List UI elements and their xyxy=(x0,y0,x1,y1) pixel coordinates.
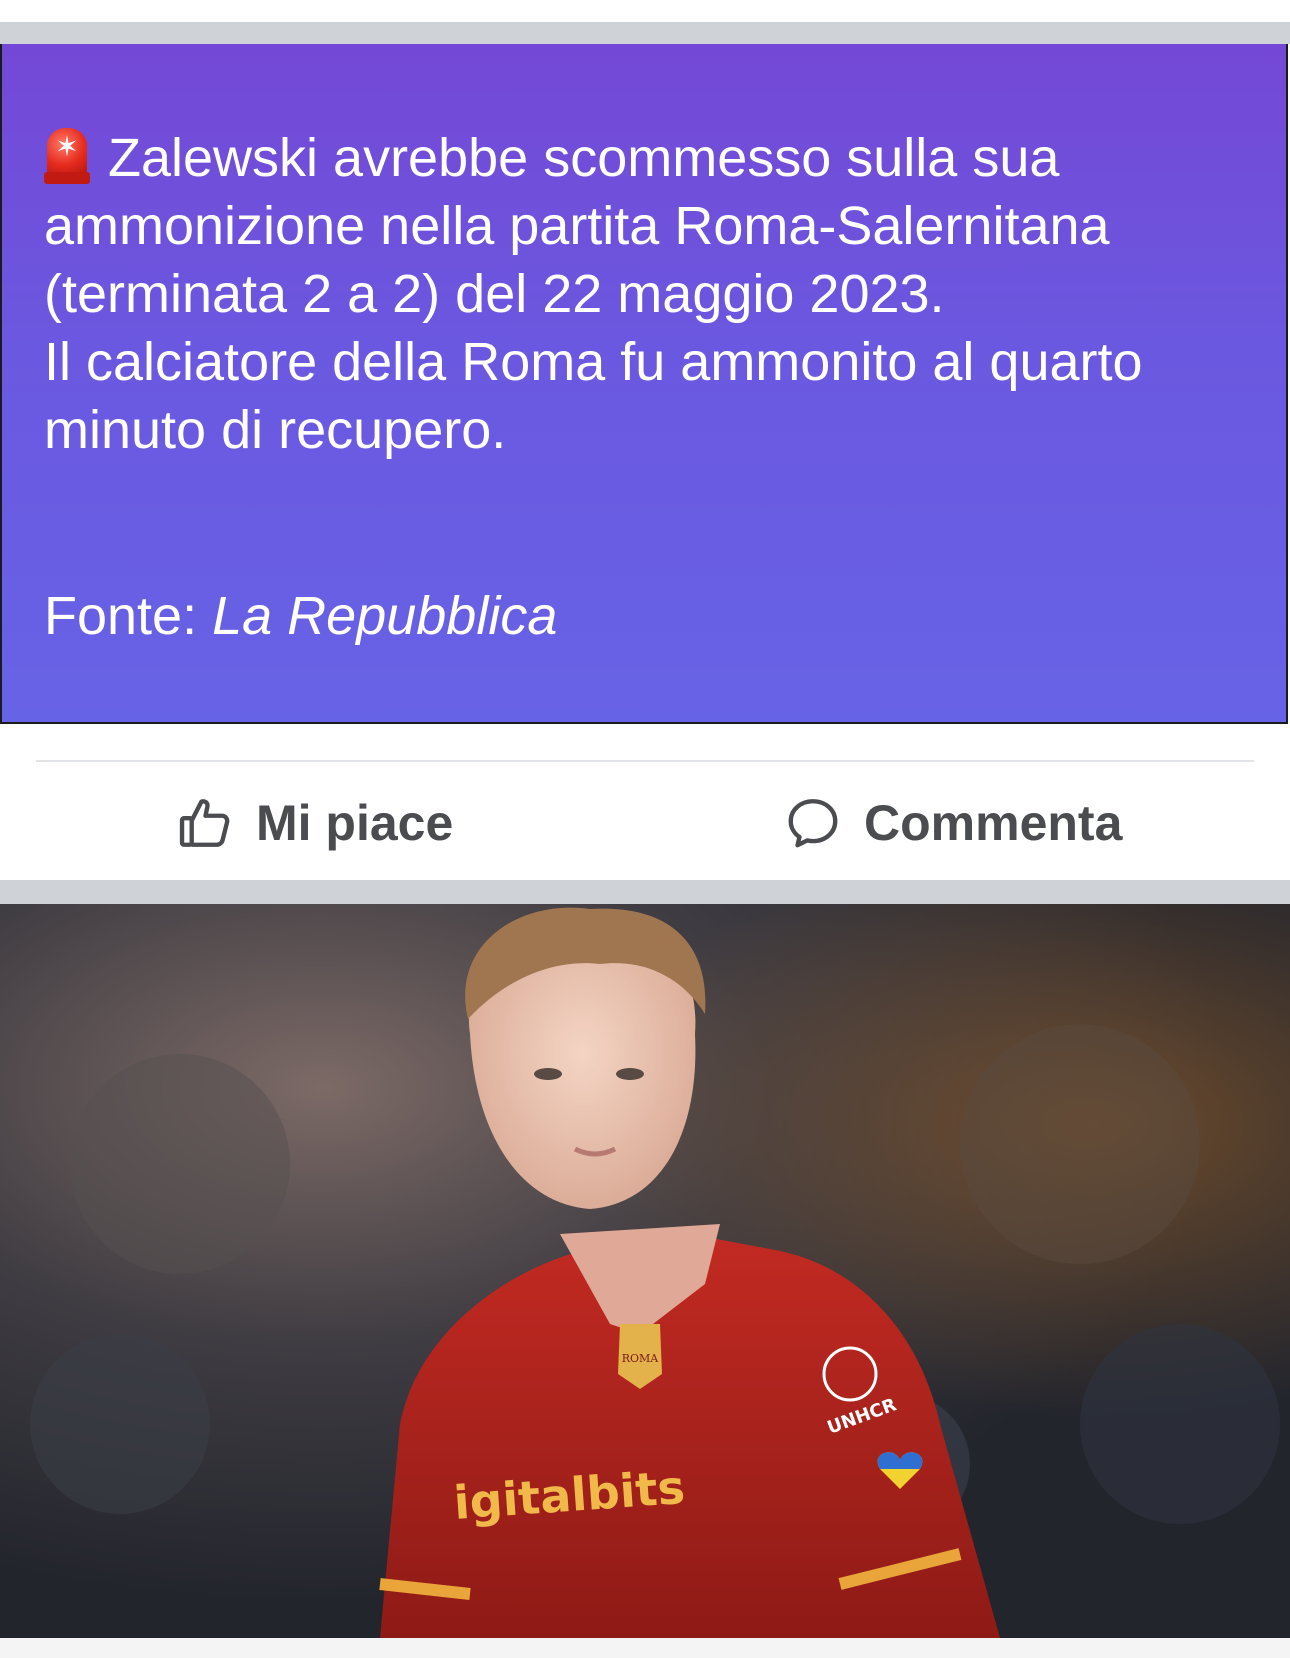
player-photo[interactable]: ROMA igitalbits UNHCR xyxy=(0,904,1290,1638)
like-button[interactable]: Mi piace xyxy=(176,786,453,860)
middle-separator xyxy=(0,880,1290,904)
speech-bubble-icon xyxy=(788,799,838,848)
actions-divider xyxy=(36,760,1254,762)
text-post-card: ✶ Zalewski avrebbe scommesso sulla sua am… xyxy=(0,44,1288,724)
police-light-icon: ✶ xyxy=(44,128,90,184)
player-photo-illustration: ROMA igitalbits UNHCR xyxy=(0,904,1290,1638)
source-label: Fonte: xyxy=(44,586,198,646)
post-line-2: ammonizione nella partita Roma-Salernita… xyxy=(44,196,1110,256)
post-line-1: ✶ Zalewski avrebbe scommesso sulla sua xyxy=(44,124,1254,192)
post-line-3: (terminata 2 a 2) del 22 maggio 2023. xyxy=(44,264,945,324)
comment-label: Commenta xyxy=(864,795,1123,851)
roma-crest-text: ROMA xyxy=(622,1352,660,1365)
source-name: La Repubblica xyxy=(212,586,558,646)
thumbs-up-icon xyxy=(179,799,230,847)
post-line-5: minuto di recupero. xyxy=(44,400,507,460)
post-text: ✶ Zalewski avrebbe scommesso sulla sua am… xyxy=(44,124,1254,464)
top-separator xyxy=(0,22,1290,44)
post-line-4: Il calciatore della Roma fu ammonito al … xyxy=(44,332,1143,392)
source-line: Fonte: La Repubblica xyxy=(44,582,557,650)
bottom-edge xyxy=(0,1638,1290,1658)
like-label: Mi piace xyxy=(256,795,454,851)
comment-button[interactable]: Commenta xyxy=(784,786,1122,860)
